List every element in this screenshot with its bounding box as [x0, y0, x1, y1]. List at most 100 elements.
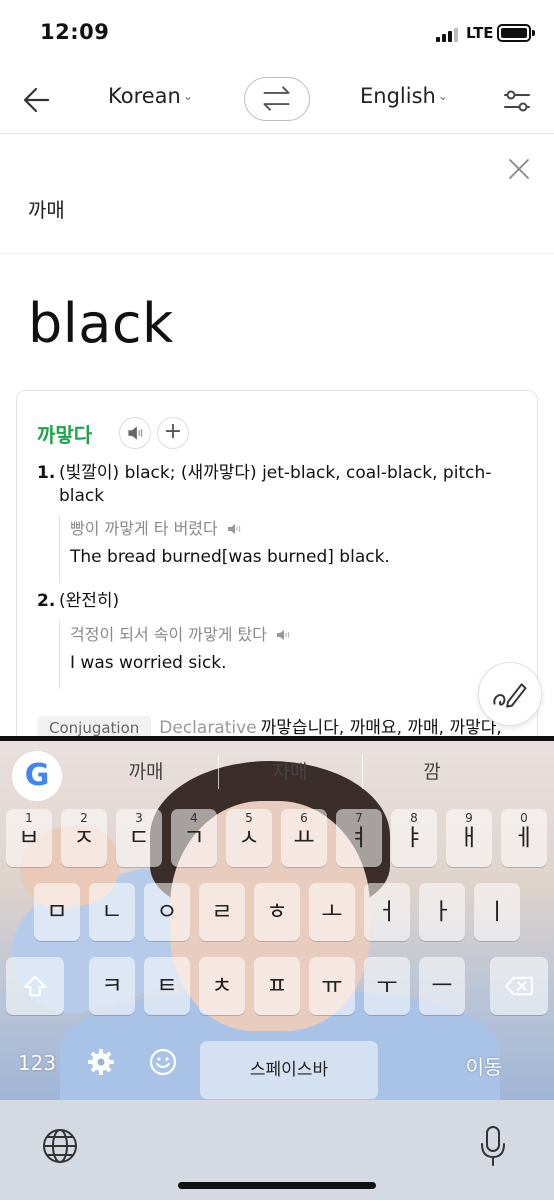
headword[interactable]: 까맣다 [37, 419, 92, 448]
key-label: ㅈ [73, 825, 95, 851]
key-number: 2 [80, 811, 88, 825]
signal-icon [436, 26, 462, 42]
target-language-selector[interactable]: English ⌄ [360, 84, 448, 108]
key-label: ㅕ [348, 825, 370, 851]
example-korean: 걱정이 되서 속이 까맣게 탔다 [70, 625, 267, 644]
google-logo-icon[interactable]: G [12, 751, 62, 801]
suggestion-bar: G 까매 자매 깜 [0, 741, 554, 803]
key[interactable]: 4ㄱ [171, 809, 217, 867]
close-icon[interactable] [506, 156, 532, 182]
key-label: ㅑ [403, 825, 425, 851]
space-key[interactable]: 스페이스바 [200, 1041, 378, 1099]
swap-languages-button[interactable] [244, 77, 310, 121]
globe-icon[interactable] [40, 1126, 80, 1166]
settings-sliders-icon[interactable] [500, 84, 534, 118]
back-arrow-icon[interactable] [18, 80, 58, 120]
key-label: ㄱ [183, 825, 205, 851]
key[interactable]: ㅁ [34, 883, 80, 941]
key[interactable]: 7ㅕ [336, 809, 382, 867]
microphone-icon[interactable] [478, 1124, 508, 1168]
chevron-down-icon: ⌄ [182, 89, 193, 103]
example-english: I was worried sick. [70, 653, 227, 673]
key-number: 3 [135, 811, 143, 825]
numbers-key[interactable]: 123 [12, 1051, 62, 1075]
key-label: ㅅ [238, 825, 260, 851]
key[interactable]: ㅍ [254, 957, 300, 1015]
suggestion-item[interactable]: 까매 [96, 757, 196, 784]
key-number: 1 [25, 811, 33, 825]
handwriting-button[interactable] [478, 662, 542, 726]
enter-key[interactable]: 이동 [444, 1051, 524, 1080]
key[interactable]: ㅎ [254, 883, 300, 941]
key[interactable]: ㅜ [364, 957, 410, 1015]
network-label: LTE [466, 24, 494, 42]
key[interactable]: 9ㅐ [446, 809, 492, 867]
target-language-label: English [360, 84, 436, 108]
backspace-key[interactable] [490, 957, 548, 1015]
key-number: 4 [190, 811, 198, 825]
key[interactable]: 8ㅑ [391, 809, 437, 867]
sense-definition: (빛깔이) black; (새까맣다) jet-black, coal-blac… [59, 463, 492, 506]
key[interactable]: ㄹ [199, 883, 245, 941]
backspace-icon [505, 976, 533, 996]
key[interactable]: ㅋ [89, 957, 135, 1015]
key[interactable]: 1ㅂ [6, 809, 52, 867]
speaker-icon[interactable] [276, 628, 292, 642]
shift-key[interactable] [6, 957, 64, 1015]
home-indicator[interactable] [178, 1182, 376, 1189]
example-block: 빵이 까맣게 타 버렸다 The bread burned[was burned… [59, 515, 390, 583]
key[interactable]: ㅓ [364, 883, 410, 941]
emoji-icon[interactable] [148, 1047, 178, 1077]
key[interactable]: ㅗ [309, 883, 355, 941]
key[interactable]: ㅊ [199, 957, 245, 1015]
source-language-selector[interactable]: Korean ⌄ [108, 84, 193, 108]
translator-header: Korean ⌄ English ⌄ [0, 66, 554, 134]
key[interactable]: 0ㅔ [501, 809, 547, 867]
status-time: 12:09 [40, 20, 110, 44]
key[interactable]: 5ㅅ [226, 809, 272, 867]
speaker-icon [128, 426, 143, 440]
dictionary-card: 까맣다 + 1. (빛깔이) black; (새까맣다) jet-black, … [16, 390, 538, 750]
key-number: 7 [355, 811, 363, 825]
example-block: 걱정이 되서 속이 까맣게 탔다 I was worried sick. [59, 621, 292, 689]
input-panel[interactable]: 까매 [0, 134, 554, 254]
conjugation-forms: 까맣습니다, 까매요, 까매, 까맣다, [260, 718, 502, 738]
key-label: ㅛ [293, 825, 315, 851]
key[interactable]: 6ㅛ [281, 809, 327, 867]
add-to-wordbook-button[interactable]: + [157, 417, 189, 449]
status-bar: 12:09 LTE [0, 0, 554, 66]
suggestion-item[interactable]: 깜 [382, 757, 482, 784]
key[interactable]: ㅌ [144, 957, 190, 1015]
key-label: ㅂ [18, 825, 40, 851]
sense-definition: (완전히) [59, 591, 120, 611]
source-text[interactable]: 까매 [28, 194, 65, 223]
key[interactable]: 2ㅈ [61, 809, 107, 867]
shift-arrow-icon [23, 975, 47, 997]
key-label: ㅐ [458, 825, 480, 851]
suggestion-item[interactable]: 자매 [240, 757, 340, 784]
key-number: 0 [520, 811, 528, 825]
chevron-down-icon: ⌄ [437, 89, 448, 103]
key[interactable]: ㅏ [419, 883, 465, 941]
keyboard: G 까매 자매 깜 1ㅂ 2ㅈ 3ㄷ 4ㄱ 5ㅅ 6ㅛ 7ㅕ 8ㅑ 9ㅐ 0ㅔ … [0, 741, 554, 1100]
key-label: ㅔ [513, 825, 535, 851]
key[interactable]: 3ㄷ [116, 809, 162, 867]
suggestion-divider [362, 755, 363, 789]
system-keyboard-bar [0, 1100, 554, 1200]
suggestion-divider [218, 755, 219, 789]
gear-icon[interactable] [86, 1047, 116, 1077]
key[interactable]: ㅠ [309, 957, 355, 1015]
handwriting-pen-icon [493, 683, 527, 708]
key[interactable]: ㅣ [474, 883, 520, 941]
sense-number: 1. [37, 463, 56, 483]
translation-result: black [28, 292, 174, 355]
source-language-label: Korean [108, 84, 181, 108]
key[interactable]: ㅇ [144, 883, 190, 941]
speaker-icon[interactable] [227, 522, 243, 536]
key[interactable]: ㅡ [419, 957, 465, 1015]
key-number: 8 [410, 811, 418, 825]
key[interactable]: ㄴ [89, 883, 135, 941]
pronunciation-button[interactable] [119, 417, 151, 449]
battery-icon [497, 24, 535, 42]
example-korean: 빵이 까맣게 타 버렸다 [70, 519, 218, 538]
